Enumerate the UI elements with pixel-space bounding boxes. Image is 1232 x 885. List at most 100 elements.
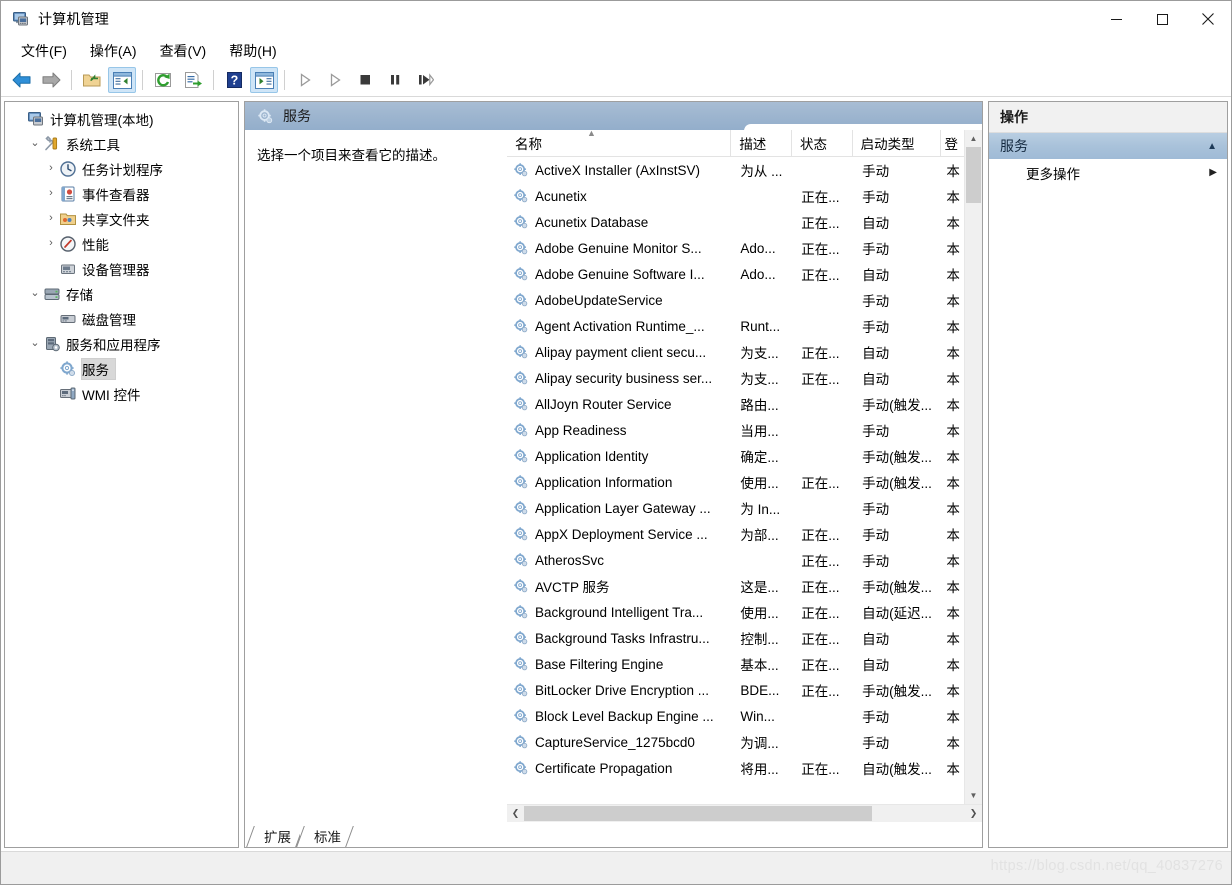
watermark-text: https://blog.csdn.net/qq_40837276: [990, 858, 1223, 874]
scroll-down-button[interactable]: ▼: [965, 787, 982, 804]
service-name-label: Adobe Genuine Software I...: [535, 266, 705, 282]
service-gear-icon: [513, 396, 529, 412]
table-row[interactable]: AdobeUpdateService 手动 本: [507, 287, 964, 313]
table-row[interactable]: BitLocker Drive Encryption ... BDE... 正在..…: [507, 677, 964, 703]
actions-group-services[interactable]: 服务 ▲: [989, 133, 1227, 159]
show-hide-action-pane-button[interactable]: [250, 67, 278, 93]
table-row[interactable]: Adobe Genuine Software I... Ado... 正在... 自动…: [507, 261, 964, 287]
tree-expander[interactable]: ›: [43, 163, 59, 174]
table-row[interactable]: ActiveX Installer (AxInstSV) 为从 ... 手动 本: [507, 157, 964, 183]
tab-standard[interactable]: 标准: [300, 825, 350, 847]
pause-service-button[interactable]: [381, 67, 409, 93]
maximize-button[interactable]: [1139, 1, 1185, 37]
scroll-up-button[interactable]: ▲: [965, 130, 982, 147]
service-name-cell: Base Filtering Engine: [507, 656, 732, 672]
action-more-actions[interactable]: 更多操作 ▶: [989, 159, 1227, 186]
back-button[interactable]: [7, 67, 35, 93]
table-row[interactable]: AppX Deployment Service ... 为部... 正在... 手动 本: [507, 521, 964, 547]
table-row[interactable]: AllJoyn Router Service 路由... 手动(触发... 本: [507, 391, 964, 417]
forward-button[interactable]: [37, 67, 65, 93]
column-header-startup-type[interactable]: 启动类型: [853, 130, 941, 156]
table-row[interactable]: AtherosSvc 正在... 手动 本: [507, 547, 964, 573]
table-row[interactable]: Application Identity 确定... 手动(触发... 本: [507, 443, 964, 469]
start-service-button[interactable]: [291, 67, 319, 93]
tree-expander[interactable]: ›: [43, 238, 59, 249]
service-startup-type-cell: 自动: [862, 372, 890, 387]
tree-node-storage[interactable]: ⌄ 存储: [5, 281, 238, 306]
tree-expander[interactable]: ›: [43, 213, 59, 224]
refresh-button[interactable]: [149, 67, 177, 93]
column-header-name[interactable]: 名称 ▲: [507, 130, 732, 156]
menu-help[interactable]: 帮助(H): [220, 38, 285, 64]
help-button[interactable]: ?: [220, 67, 248, 93]
table-row[interactable]: Certificate Propagation 将用... 正在... 自动(触发..…: [507, 755, 964, 781]
table-row[interactable]: Application Information 使用... 正在... 手动(触发..…: [507, 469, 964, 495]
table-row[interactable]: CaptureService_1275bcd0 为调... 手动 本: [507, 729, 964, 755]
table-row[interactable]: Agent Activation Runtime_... Runt... 手动 本: [507, 313, 964, 339]
export-list-button[interactable]: [179, 67, 207, 93]
tree-node-event-viewer[interactable]: › 事件查看器: [5, 181, 238, 206]
tree-node-system-tools[interactable]: ⌄ 系统工具: [5, 131, 238, 156]
table-row[interactable]: Application Layer Gateway ... 为 In... 手动 本: [507, 495, 964, 521]
scroll-right-button[interactable]: ❯: [965, 805, 982, 822]
table-row[interactable]: Adobe Genuine Monitor S... Ado... 正在... 手动 本: [507, 235, 964, 261]
service-startup-type-cell: 自动(延迟...: [862, 606, 932, 621]
tree-node-label: 性能: [82, 237, 109, 253]
column-header-status[interactable]: 状态: [792, 130, 853, 156]
service-name-cell: Background Intelligent Tra...: [507, 604, 732, 620]
tree-node-services-and-applications[interactable]: ⌄ 服务和应用程序: [5, 331, 238, 356]
service-status-cell: 正在...: [801, 528, 840, 543]
table-row[interactable]: Alipay security business ser... 为支... 正在..…: [507, 365, 964, 391]
close-button[interactable]: [1185, 1, 1231, 37]
show-hide-console-tree-button[interactable]: [108, 67, 136, 93]
table-row[interactable]: Alipay payment client secu... 为支... 正在... 自…: [507, 339, 964, 365]
service-name-cell: AVCTP 服务: [507, 576, 732, 596]
menu-action[interactable]: 操作(A): [81, 38, 146, 64]
menu-view[interactable]: 查看(V): [151, 38, 216, 64]
table-row[interactable]: Base Filtering Engine 基本... 正在... 自动 本: [507, 651, 964, 677]
tree-expander[interactable]: ⌄: [27, 288, 43, 299]
horizontal-scroll-thumb[interactable]: [524, 806, 873, 821]
table-row[interactable]: Acunetix 正在... 手动 本: [507, 183, 964, 209]
chevron-up-icon[interactable]: ▲: [1207, 141, 1217, 152]
tree-expander[interactable]: ⌄: [27, 138, 43, 149]
resume-service-button[interactable]: [321, 67, 349, 93]
tree-node-shared-folders[interactable]: › 共享文件夹: [5, 206, 238, 231]
up-one-level-button[interactable]: [78, 67, 106, 93]
vertical-scroll-thumb[interactable]: [966, 147, 981, 203]
tree-node-disk-management[interactable]: 磁盘管理: [5, 306, 238, 331]
tree-node-wmi-control[interactable]: WMI 控件: [5, 381, 238, 406]
tree-node-device-manager[interactable]: 设备管理器: [5, 256, 238, 281]
menu-file[interactable]: 文件(F): [12, 38, 76, 64]
tree-expander[interactable]: ⌄: [27, 338, 43, 349]
tree-expander[interactable]: ›: [43, 188, 59, 199]
listview-rows[interactable]: ActiveX Installer (AxInstSV) 为从 ... 手动本 Acu…: [507, 157, 964, 804]
table-row[interactable]: Background Tasks Infrastru... 控制... 正在... 自…: [507, 625, 964, 651]
table-row[interactable]: Acunetix Database 正在... 自动 本: [507, 209, 964, 235]
horizontal-scroll-track[interactable]: [524, 805, 965, 822]
service-description-cell: 当用...: [740, 424, 779, 439]
tree-node-performance[interactable]: › 性能: [5, 231, 238, 256]
listview-horizontal-scrollbar[interactable]: ❮ ❯: [507, 804, 982, 822]
table-row[interactable]: Background Intelligent Tra... 使用... 正在... 自…: [507, 599, 964, 625]
restart-service-button[interactable]: [411, 67, 439, 93]
tab-extended[interactable]: 扩展: [250, 825, 300, 847]
minimize-icon: [1110, 18, 1122, 20]
table-row[interactable]: AVCTP 服务 这是... 正在... 手动(触发... 本: [507, 573, 964, 599]
column-header-log-on-as[interactable]: 登: [941, 130, 964, 156]
tree-node-task-scheduler[interactable]: › 任务计划程序: [5, 156, 238, 181]
service-name-label: Agent Activation Runtime_...: [535, 318, 705, 334]
minimize-button[interactable]: [1093, 1, 1139, 37]
stop-service-button[interactable]: [351, 67, 379, 93]
listview-vertical-scrollbar[interactable]: ▲ ▼: [964, 130, 982, 804]
service-name-label: Application Layer Gateway ...: [535, 500, 711, 516]
column-header-description[interactable]: 描述: [731, 130, 792, 156]
console-tree-pane[interactable]: 计算机管理(本地) ⌄ 系统工具 › 任务计划程序 › 事件查看器 › 共享文件…: [4, 101, 239, 848]
table-row[interactable]: App Readiness 当用... 手动 本: [507, 417, 964, 443]
toolbar-separator: [71, 70, 72, 90]
tree-node-services[interactable]: 服务: [5, 356, 238, 381]
vertical-scroll-track[interactable]: [965, 147, 982, 787]
tree-node-computer-management[interactable]: 计算机管理(本地): [5, 106, 238, 131]
scroll-left-button[interactable]: ❮: [507, 805, 524, 822]
table-row[interactable]: Block Level Backup Engine ... Win... 手动 本: [507, 703, 964, 729]
